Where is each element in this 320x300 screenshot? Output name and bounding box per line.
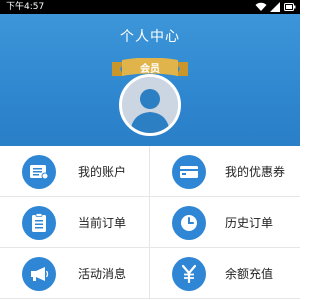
status-icons	[255, 2, 296, 12]
megaphone-icon	[22, 257, 56, 291]
profile-header: 个人中心 会员	[0, 14, 300, 146]
menu-item-order-history[interactable]: 历史订单	[150, 197, 300, 248]
account-card-icon	[22, 155, 56, 189]
menu-item-balance-recharge[interactable]: 余额充值	[150, 248, 300, 299]
menu-label-activity-messages: 活动消息	[78, 267, 127, 281]
wifi-icon	[255, 2, 267, 11]
menu-item-my-coupons[interactable]: 我的优惠券	[150, 146, 300, 197]
member-badge: 会员	[140, 64, 160, 75]
screen: 下午4:57 个人中心 会员 我的账户 我的优惠券 当前订单 历史订单 活动消息…	[0, 0, 300, 300]
menu-label-balance-recharge: 余额充值	[225, 267, 274, 281]
menu-label-order-history: 历史订单	[225, 216, 274, 230]
clock-history-icon	[172, 206, 206, 240]
status-bar: 下午4:57	[0, 0, 300, 14]
menu-grid: 我的账户 我的优惠券 当前订单 历史订单 活动消息 余额充值	[0, 146, 300, 300]
menu-item-my-account[interactable]: 我的账户	[0, 146, 150, 197]
battery-icon	[284, 3, 296, 11]
user-silhouette-icon	[122, 77, 178, 133]
page-title: 个人中心	[120, 29, 180, 45]
signal-icon	[270, 2, 280, 12]
clipboard-order-icon	[22, 206, 56, 240]
avatar[interactable]	[119, 74, 181, 136]
menu-label-current-orders: 当前订单	[78, 216, 127, 230]
yen-recharge-icon	[172, 257, 206, 291]
menu-item-current-orders[interactable]: 当前订单	[0, 197, 150, 248]
menu-item-activity-messages[interactable]: 活动消息	[0, 248, 150, 299]
menu-label-my-account: 我的账户	[78, 165, 127, 179]
member-avatar-group[interactable]: 会员	[108, 52, 192, 136]
status-time: 下午4:57	[6, 2, 45, 12]
menu-label-my-coupons: 我的优惠券	[225, 165, 286, 179]
coupon-wallet-icon	[172, 155, 206, 189]
